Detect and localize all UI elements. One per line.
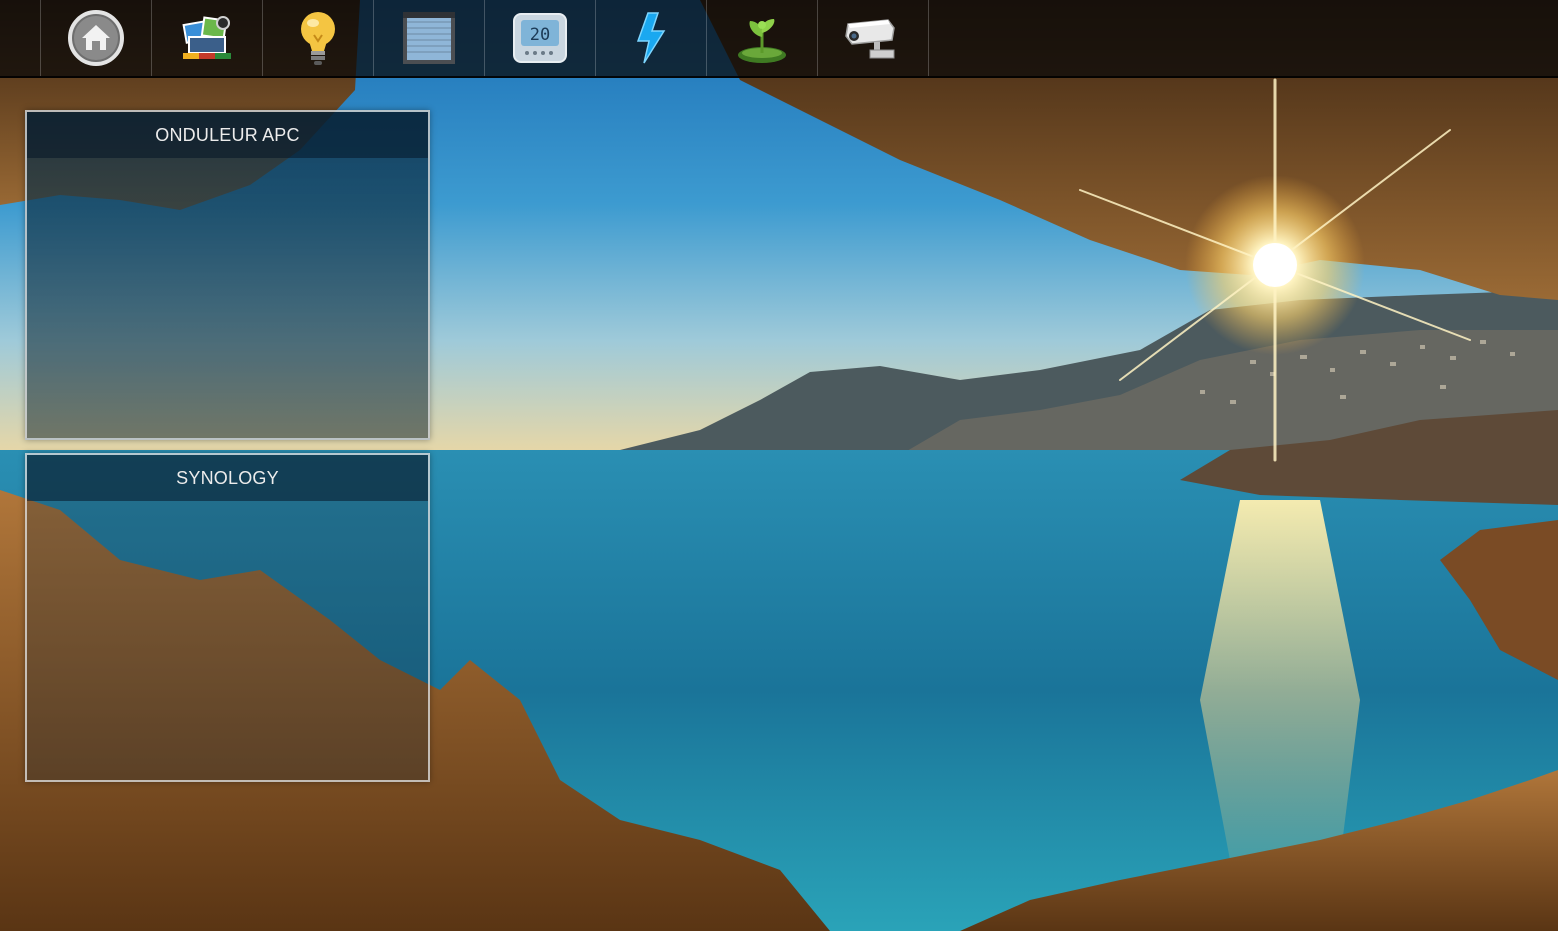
lightbulb-icon <box>296 9 340 67</box>
thermostat-icon: 20 <box>513 13 567 63</box>
nav-item-thermostat[interactable]: 20 <box>485 0 596 76</box>
cctv-camera-icon <box>844 14 902 62</box>
widget-onduleur-apc: ONDULEUR APC <box>25 110 430 440</box>
lightning-icon <box>634 11 668 65</box>
nav-item-energy[interactable] <box>596 0 707 76</box>
widget-title: SYNOLOGY <box>27 455 428 501</box>
scenes-icon <box>179 13 235 63</box>
nav-item-camera[interactable] <box>818 0 929 76</box>
nav-item-home[interactable] <box>41 0 152 76</box>
widget-title: ONDULEUR APC <box>27 112 428 158</box>
shutter-icon <box>401 10 457 66</box>
nav-item-scenes[interactable] <box>152 0 263 76</box>
top-navigation-bar: 20 <box>0 0 1558 78</box>
nav-item-lights[interactable] <box>263 0 374 76</box>
nav-item-garden[interactable] <box>707 0 818 76</box>
thermostat-display: 20 <box>530 25 550 45</box>
nav-menu: 20 <box>40 0 929 76</box>
plant-icon <box>734 11 790 65</box>
home-icon <box>67 9 125 67</box>
nav-item-shutters[interactable] <box>374 0 485 76</box>
widget-synology: SYNOLOGY <box>25 453 430 782</box>
